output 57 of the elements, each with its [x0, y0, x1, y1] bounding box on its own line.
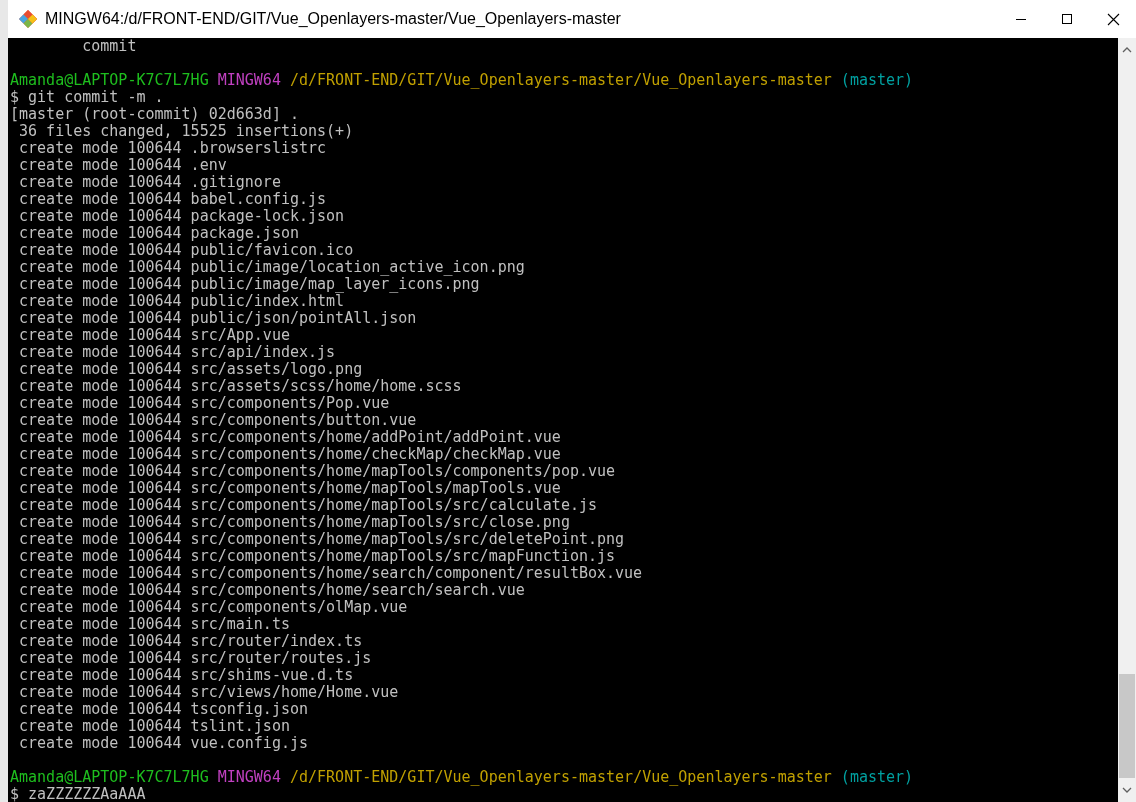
output-line: create mode 100644 public/image/map_layer_icons.png [18, 275, 480, 293]
output-line: create mode 100644 src/router/routes.js [18, 649, 372, 667]
output-line: create mode 100644 src/components/home/addPoint/addPoint.vue [18, 428, 561, 446]
output-line: create mode 100644 src/components/home/mapTools/src/close.png [18, 513, 570, 531]
output-line: create mode 100644 src/components/home/mapTools/mapTools.vue [18, 479, 561, 497]
output-line: create mode 100644 src/components/home/mapTools/src/deletePoint.png [18, 530, 625, 548]
close-icon[interactable] [1106, 12, 1120, 26]
prompt-shell: MINGW64 [217, 768, 281, 786]
output-line: create mode 100644 src/components/button.vue [18, 411, 417, 429]
prompt-user: Amanda@LAPTOP-K7C7L7HG [10, 71, 209, 89]
output-line: create mode 100644 src/views/home/Home.vue [18, 683, 399, 701]
output-line: create mode 100644 src/components/olMap.vue [18, 598, 408, 616]
output-line: create mode 100644 src/components/home/checkMap/checkMap.vue [18, 445, 561, 463]
output-line: create mode 100644 src/components/home/mapTools/src/mapFunction.js [18, 547, 616, 565]
scrollbar-thumb[interactable] [1119, 674, 1135, 778]
prompt-user: Amanda@LAPTOP-K7C7L7HG [10, 768, 209, 786]
output-line: create mode 100644 package-lock.json [18, 207, 345, 225]
output-line: create mode 100644 tsconfig.json [18, 700, 308, 718]
output-line: create mode 100644 src/components/home/mapTools/src/calculate.js [18, 496, 597, 514]
prompt-branch: (master) [840, 71, 914, 89]
output-line: [master (root-commit) 02d663d] . [10, 105, 299, 123]
prompt-branch: (master) [840, 768, 914, 786]
output-line: create mode 100644 .browserslistrc [18, 139, 327, 157]
scroll-down-icon[interactable] [1122, 787, 1132, 793]
output-line: create mode 100644 public/image/location_active_icon.png [18, 258, 525, 276]
output-line: create mode 100644 tslint.json [18, 717, 290, 735]
output-line: create mode 100644 src/components/home/mapTools/components/pop.vue [18, 462, 616, 480]
output-line: create mode 100644 src/router/index.ts [18, 632, 363, 650]
output-line: create mode 100644 src/assets/logo.png [18, 360, 363, 378]
output-line: create mode 100644 src/api/index.js [18, 343, 336, 361]
prompt-shell: MINGW64 [217, 71, 281, 89]
command-line: $ git commit -m . [10, 88, 164, 106]
output-line: commit [81, 38, 137, 55]
output-line: create mode 100644 src/components/home/search/search.vue [18, 581, 525, 599]
scroll-up-icon[interactable] [1122, 47, 1132, 53]
output-line: create mode 100644 src/assets/scss/home/home.scss [18, 377, 462, 395]
output-line: create mode 100644 .gitignore [18, 173, 281, 191]
output-line: create mode 100644 src/components/Pop.vue [18, 394, 390, 412]
output-line: create mode 100644 package.json [18, 224, 299, 242]
scrollbar[interactable] [1118, 38, 1136, 802]
app-icon [18, 9, 38, 29]
prompt-path: /d/FRONT-END/GIT/Vue_Openlayers-master/Vue_Openlayers-master [289, 71, 832, 89]
output-line: create mode 100644 public/index.html [18, 292, 345, 310]
output-line: create mode 100644 src/shims-vue.d.ts [18, 666, 354, 684]
window-title: MINGW64:/d/FRONT-END/GIT/Vue_Openlayers-master/Vue_Openlayers-master [45, 10, 621, 28]
output-line: create mode 100644 src/App.vue [18, 326, 290, 344]
output-line: create mode 100644 public/json/pointAll.json [18, 309, 417, 327]
maximize-icon[interactable] [1061, 13, 1073, 25]
output-line: create mode 100644 public/favicon.ico [18, 241, 354, 259]
command-line: $ zaZZZZZZAaAAA [10, 785, 146, 802]
output-line: 36 files changed, 15525 insertions(+) [18, 122, 354, 140]
output-line: create mode 100644 src/main.ts [18, 615, 290, 633]
output-line: create mode 100644 .env [18, 156, 227, 174]
output-line: create mode 100644 vue.config.js [18, 734, 308, 752]
prompt-path: /d/FRONT-END/GIT/Vue_Openlayers-master/Vue_Openlayers-master [289, 768, 832, 786]
output-line: create mode 100644 babel.config.js [18, 190, 327, 208]
output-line: create mode 100644 src/components/home/search/component/resultBox.vue [18, 564, 643, 582]
